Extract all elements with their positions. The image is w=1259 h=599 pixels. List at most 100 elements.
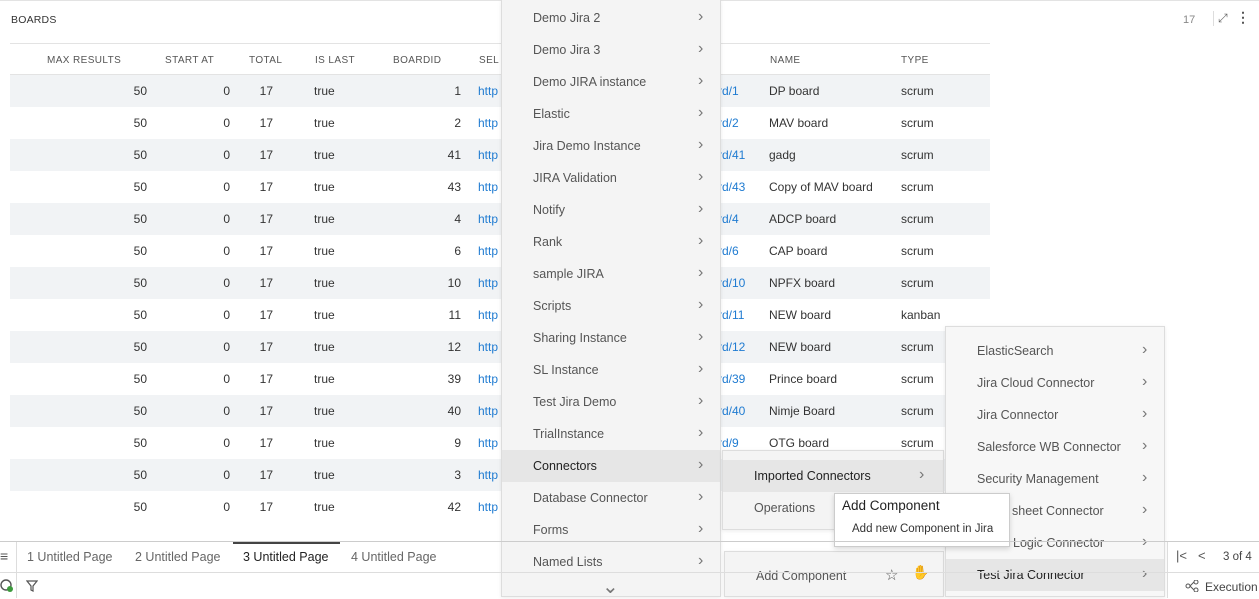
menu-item-connectors[interactable]: Connectors › bbox=[502, 450, 720, 482]
cell-self-suffix[interactable]: rd/4 bbox=[718, 212, 739, 226]
cell-self-suffix[interactable]: rd/1 bbox=[718, 84, 739, 98]
cell-max-results: 50 bbox=[133, 276, 147, 290]
cell-type: scrum bbox=[901, 404, 934, 418]
refresh-icon[interactable] bbox=[0, 577, 14, 593]
hamburger-icon[interactable]: ≡ bbox=[0, 548, 8, 564]
menu-item-salesforce-wb-connector[interactable]: Salesforce WB Connector › bbox=[946, 431, 1164, 463]
table-row[interactable]: 50 0 17 true 41 http rd/41 gadg scrum bbox=[10, 139, 990, 171]
menu-item-demo-jira-instance[interactable]: Demo JIRA instance › bbox=[502, 66, 720, 98]
cell-self-suffix[interactable]: rd/12 bbox=[718, 340, 745, 354]
table-row[interactable]: 50 0 17 true 11 http rd/11 NEW board kanban bbox=[10, 299, 990, 331]
cell-self[interactable]: http bbox=[478, 212, 498, 226]
chevron-right-icon: › bbox=[698, 200, 704, 217]
table-row[interactable]: 50 0 17 true 6 http rd/6 CAP board scrum bbox=[10, 235, 990, 267]
cell-self[interactable]: http bbox=[478, 244, 498, 258]
col-type[interactable]: TYPE bbox=[901, 55, 929, 66]
menu-item-database-connector[interactable]: Database Connector › bbox=[502, 482, 720, 514]
cell-self-suffix[interactable]: rd/39 bbox=[718, 372, 745, 386]
col-self[interactable]: SEL bbox=[479, 55, 499, 66]
expand-icon[interactable]: ⤢ bbox=[1213, 11, 1228, 26]
cell-self-suffix[interactable]: rd/41 bbox=[718, 148, 745, 162]
more-options-icon[interactable]: ⋮ bbox=[1236, 9, 1250, 26]
col-total[interactable]: TOTAL bbox=[249, 55, 282, 66]
prev-page-icon[interactable]: < bbox=[1198, 548, 1206, 563]
table-header: MAX RESULTS START AT TOTAL IS LAST BOARD… bbox=[10, 43, 990, 75]
table-row[interactable]: 50 0 17 true 4 http rd/4 ADCP board scrum bbox=[10, 203, 990, 235]
cell-self[interactable]: http bbox=[478, 468, 498, 482]
col-start-at[interactable]: START AT bbox=[165, 55, 214, 66]
cell-start-at: 0 bbox=[223, 436, 230, 450]
table-row[interactable]: 50 0 17 true 39 http rd/39 Prince board scrum bbox=[10, 363, 990, 395]
cell-name: OTG board bbox=[769, 436, 830, 450]
menu-item-imported-connectors[interactable]: Imported Connectors › bbox=[723, 460, 943, 492]
menu-item-sharing-instance[interactable]: Sharing Instance › bbox=[502, 322, 720, 354]
table-row[interactable]: 50 0 17 true 2 http rd/2 MAV board scrum bbox=[10, 107, 990, 139]
cell-self[interactable]: http bbox=[478, 84, 498, 98]
menu-item-elastic[interactable]: Elastic › bbox=[502, 98, 720, 130]
col-boardid[interactable]: BOARDID bbox=[393, 55, 441, 66]
cell-self[interactable]: http bbox=[478, 372, 498, 386]
cell-self[interactable]: http bbox=[478, 436, 498, 450]
cell-self[interactable]: http bbox=[478, 340, 498, 354]
chevron-right-icon: › bbox=[698, 424, 704, 441]
cell-name: MAV board bbox=[769, 116, 829, 130]
tab-page-4[interactable]: 4 Untitled Page bbox=[351, 550, 436, 564]
cell-is-last: true bbox=[314, 500, 335, 514]
menu-item-elasticsearch[interactable]: ElasticSearch › bbox=[946, 335, 1164, 367]
cell-start-at: 0 bbox=[223, 148, 230, 162]
menu-item-demo-jira-2[interactable]: Demo Jira 2 › bbox=[502, 2, 720, 34]
cell-self-suffix[interactable]: rd/9 bbox=[718, 436, 739, 450]
col-is-last[interactable]: IS LAST bbox=[315, 55, 355, 66]
table-row[interactable]: 50 0 17 true 1 http rd/1 DP board scrum bbox=[10, 75, 990, 107]
cell-self-suffix[interactable]: rd/43 bbox=[718, 180, 745, 194]
cell-self[interactable]: http bbox=[478, 308, 498, 322]
cell-self[interactable]: http bbox=[478, 148, 498, 162]
cell-self[interactable]: http bbox=[478, 276, 498, 290]
table-row[interactable]: 50 0 17 true 43 http rd/43 Copy of MAV board scr… bbox=[10, 171, 990, 203]
cell-boardid: 39 bbox=[447, 372, 461, 386]
cell-self[interactable]: http bbox=[478, 500, 498, 514]
menu-item-trialinstance[interactable]: TrialInstance › bbox=[502, 418, 720, 450]
menu-item-jira-connector[interactable]: Jira Connector › bbox=[946, 399, 1164, 431]
cell-start-at: 0 bbox=[223, 340, 230, 354]
execution-label[interactable]: Execution bbox=[1205, 580, 1258, 594]
cell-self-suffix[interactable]: rd/2 bbox=[718, 116, 739, 130]
chevron-right-icon: › bbox=[698, 296, 704, 313]
cell-self[interactable]: http bbox=[478, 116, 498, 130]
cell-total: 17 bbox=[259, 468, 273, 482]
menu-item-security-management[interactable]: Security Management › bbox=[946, 463, 1164, 495]
tab-page-3[interactable]: 3 Untitled Page bbox=[233, 542, 340, 572]
cell-name: CAP board bbox=[769, 244, 828, 258]
cell-self-suffix[interactable]: rd/11 bbox=[718, 308, 744, 322]
cell-self[interactable]: http bbox=[478, 180, 498, 194]
cell-boardid: 12 bbox=[447, 340, 461, 354]
table-row[interactable]: 50 0 17 true 12 http rd/12 NEW board scrum bbox=[10, 331, 990, 363]
menu-item-scripts[interactable]: Scripts › bbox=[502, 290, 720, 322]
table-row[interactable]: 50 0 17 true 10 http rd/10 NPFX board scrum bbox=[10, 267, 990, 299]
cell-self-suffix[interactable]: rd/40 bbox=[718, 404, 745, 418]
menu-item-jira-cloud-connector[interactable]: Jira Cloud Connector › bbox=[946, 367, 1164, 399]
menu-item-sample-jira[interactable]: sample JIRA › bbox=[502, 258, 720, 290]
cell-boardid: 43 bbox=[447, 180, 461, 194]
filter-icon[interactable] bbox=[26, 580, 38, 592]
col-name[interactable]: NAME bbox=[770, 55, 801, 66]
menu-item-jira-demo-instance[interactable]: Jira Demo Instance › bbox=[502, 130, 720, 162]
tab-page-2[interactable]: 2 Untitled Page bbox=[135, 550, 220, 564]
first-page-icon[interactable]: |< bbox=[1176, 548, 1187, 563]
menu-item-jira-validation[interactable]: JIRA Validation › bbox=[502, 162, 720, 194]
cell-name: ADCP board bbox=[769, 212, 837, 226]
cell-self-suffix[interactable]: rd/10 bbox=[718, 276, 745, 290]
tab-page-1[interactable]: 1 Untitled Page bbox=[27, 550, 112, 564]
cell-self-suffix[interactable]: rd/6 bbox=[718, 244, 739, 258]
menu-item-notify[interactable]: Notify › bbox=[502, 194, 720, 226]
col-max-results[interactable]: MAX RESULTS bbox=[47, 55, 121, 66]
menu-item-test-jira-demo[interactable]: Test Jira Demo › bbox=[502, 386, 720, 418]
table-row[interactable]: 50 0 17 true 40 http rd/40 Nimje Board scrum bbox=[10, 395, 990, 427]
cell-self[interactable]: http bbox=[478, 404, 498, 418]
execution-icon bbox=[1185, 580, 1199, 592]
cell-start-at: 0 bbox=[223, 468, 230, 482]
menu-item-demo-jira-3[interactable]: Demo Jira 3 › bbox=[502, 34, 720, 66]
menu-item-rank[interactable]: Rank › bbox=[502, 226, 720, 258]
menu-item-sl-instance[interactable]: SL Instance › bbox=[502, 354, 720, 386]
cell-is-last: true bbox=[314, 84, 335, 98]
